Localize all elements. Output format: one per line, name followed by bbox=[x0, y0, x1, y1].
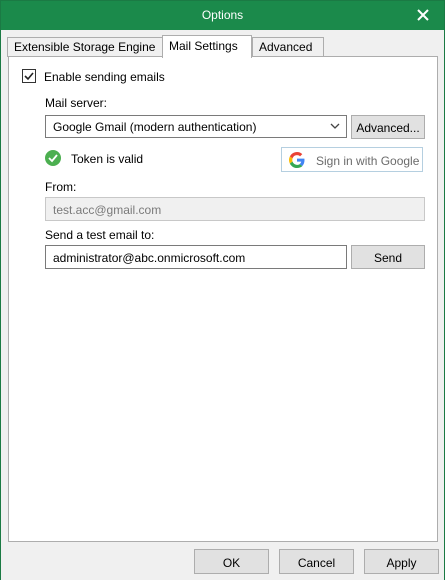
apply-button[interactable]: Apply bbox=[364, 549, 439, 574]
from-label: From: bbox=[45, 180, 77, 194]
sign-in-with-google-button[interactable]: Sign in with Google bbox=[281, 147, 423, 172]
send-button[interactable]: Send bbox=[351, 245, 425, 269]
valid-check-icon bbox=[45, 150, 61, 166]
mail-server-label: Mail server: bbox=[45, 96, 108, 110]
mail-server-value: Google Gmail (modern authentication) bbox=[53, 120, 257, 134]
tab-advanced[interactable]: Advanced bbox=[252, 37, 324, 57]
close-button[interactable] bbox=[412, 4, 434, 26]
from-field: test.acc@gmail.com bbox=[45, 197, 425, 221]
cancel-button[interactable]: Cancel bbox=[279, 549, 354, 574]
options-dialog: Options Extensible Storage Engine Mail S… bbox=[0, 0, 445, 580]
mail-server-dropdown[interactable]: Google Gmail (modern authentication) bbox=[45, 115, 347, 138]
google-logo-icon bbox=[289, 152, 305, 168]
advanced-button[interactable]: Advanced... bbox=[351, 115, 425, 139]
test-email-label: Send a test email to: bbox=[45, 228, 155, 242]
tab-mail-settings[interactable]: Mail Settings bbox=[162, 35, 252, 58]
token-status-label: Token is valid bbox=[71, 152, 144, 166]
title-bar: Options bbox=[1, 1, 444, 30]
ok-button[interactable]: OK bbox=[194, 549, 269, 574]
sign-in-with-google-label: Sign in with Google bbox=[316, 154, 420, 168]
enable-sending-emails-label: Enable sending emails bbox=[44, 70, 165, 84]
test-email-input[interactable]: administrator@abc.onmicrosoft.com bbox=[45, 245, 347, 269]
close-icon bbox=[417, 9, 429, 21]
window-title: Options bbox=[201, 8, 244, 22]
checkmark-icon bbox=[24, 72, 34, 81]
dialog-footer: OK Cancel Apply bbox=[1, 542, 444, 580]
tab-extensible-storage-engine[interactable]: Extensible Storage Engine bbox=[7, 37, 164, 57]
chevron-down-icon bbox=[330, 123, 340, 129]
enable-sending-emails-checkbox[interactable] bbox=[22, 69, 36, 83]
